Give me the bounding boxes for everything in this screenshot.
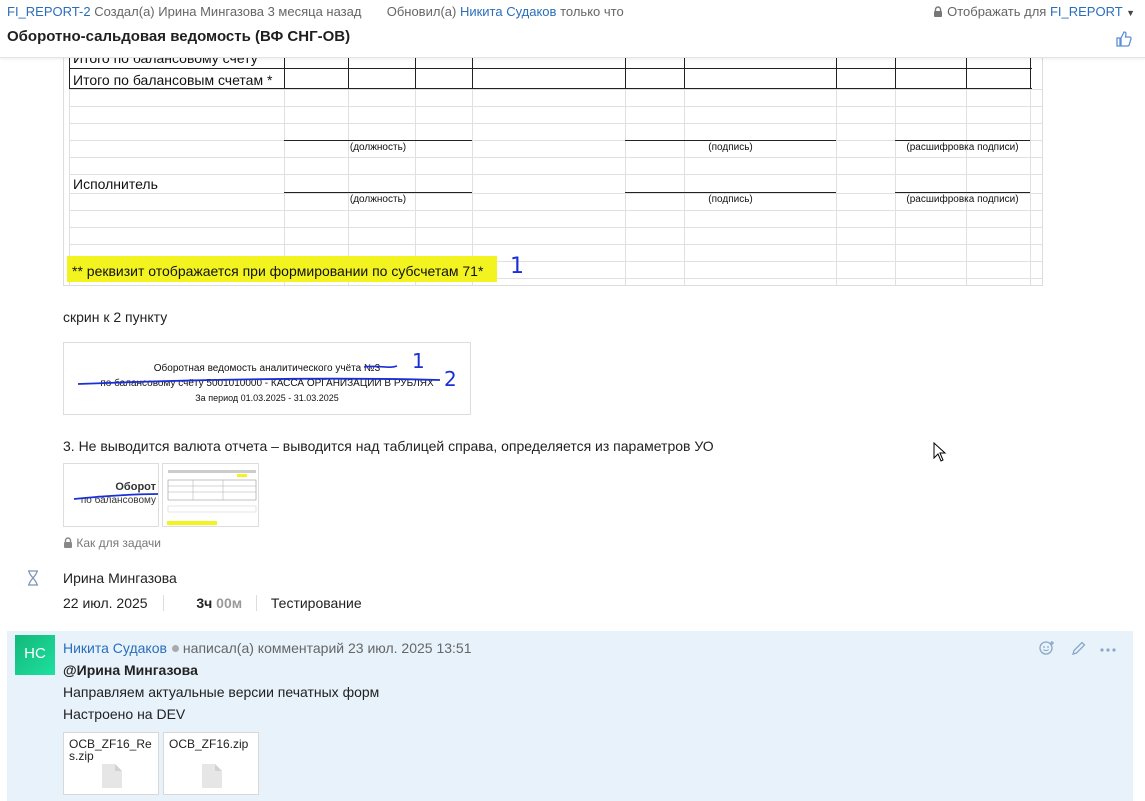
executor-label: Исполнитель	[73, 176, 158, 192]
sheet-row-total: Итого по балансовым счетам *	[73, 72, 273, 88]
visibility-note: Как для задачи	[63, 536, 161, 550]
status-dot-icon	[171, 645, 179, 652]
caption-signature: (подпись)	[708, 142, 753, 153]
attachment-name: OCB_ZF16.zip	[169, 737, 249, 751]
created-when: 3 месяца назад	[267, 4, 362, 19]
comment-actions	[1033, 640, 1123, 658]
add-reaction-icon[interactable]	[1039, 640, 1055, 661]
updated-when: только что	[560, 4, 624, 19]
comment-timestamp[interactable]: 23 июл. 2025 13:51	[348, 640, 472, 656]
attachment-file[interactable]: OCB_ZF16_Res.zip	[63, 732, 159, 795]
file-icon	[101, 763, 123, 789]
caption-screen2: скрин к 2 пункту	[63, 309, 168, 325]
worklog-author: Ирина Мингазова	[63, 570, 177, 586]
issue-header: FI_REPORT-2 Создал(а) Ирина Мингазова 3 …	[0, 0, 1145, 58]
file-icon	[201, 763, 223, 789]
attachment-name: OCB_ZF16_Res.zip	[69, 737, 152, 763]
spreadsheet-screenshot[interactable]: Итого по балансовому счету Итого по бала…	[63, 47, 1043, 286]
worklog-minutes: 00м	[216, 595, 243, 611]
updater-link[interactable]: Никита Судаков	[460, 4, 557, 19]
visibility-label: Отображать для	[947, 4, 1047, 19]
lock-icon	[63, 536, 76, 550]
attachment-thumbnail[interactable]	[162, 463, 259, 527]
worklog-date: 22 июл. 2025	[63, 595, 148, 611]
more-options-icon[interactable]	[1099, 642, 1117, 660]
lock-icon	[933, 4, 947, 19]
comment-action: написал(а) комментарий	[182, 640, 345, 656]
caption-decoding: (расшифровка подписи)	[906, 194, 1019, 205]
point3-text: 3. Не выводится валюта отчета – выводитс…	[63, 438, 714, 454]
comment-author-link[interactable]: Никита Судаков	[63, 640, 167, 656]
comment-line1: Направляем актуальные версии печатных фо…	[63, 684, 380, 700]
visibility-selector[interactable]: Отображать для FI_REPORT ▼	[933, 4, 1135, 19]
visibility-target: FI_REPORT	[1049, 4, 1123, 19]
issue-meta: FI_REPORT-2 Создал(а) Ирина Мингазова 3 …	[7, 4, 624, 19]
updated-by-label: Обновил(а)	[386, 4, 457, 19]
ink-strikethrough	[77, 365, 441, 385]
caption-position: (должность)	[349, 142, 407, 153]
sheet-note: ** реквизит отображается при формировани…	[72, 263, 484, 279]
page-title: Оборотно-сальдовая ведомость (ВФ СНГ-ОВ)	[7, 28, 351, 45]
avatar[interactable]: НС	[15, 635, 55, 675]
attachment-thumbnail[interactable]: Оборот по балансовому	[63, 463, 159, 527]
edit-icon[interactable]	[1071, 640, 1087, 661]
worklog-hours: 3ч	[196, 595, 213, 611]
handwritten-mark: 1	[510, 254, 524, 279]
comment-header: Никита Судаков написал(а) комментарий 23 …	[63, 640, 472, 656]
caption-position: (должность)	[349, 194, 407, 205]
visibility-note-text: Как для задачи	[76, 536, 161, 550]
creator-name: Ирина Мингазова	[158, 4, 264, 19]
comment-block: НС Никита Судаков написал(а) комментарий …	[7, 631, 1133, 801]
thumbs-up-icon[interactable]	[1115, 30, 1133, 48]
issue-key-link[interactable]: FI_REPORT-2	[7, 4, 91, 19]
mouse-cursor-icon	[933, 442, 947, 462]
comment-mention[interactable]: @Ирина Мингазова	[63, 662, 198, 678]
caption-decoding: (расшифровка подписи)	[906, 142, 1019, 153]
attachment-file[interactable]: OCB_ZF16.zip	[163, 732, 259, 795]
image2-mark1: 1	[412, 349, 425, 373]
image2-mark2: 2	[444, 367, 457, 391]
created-by-label: Создал(а)	[94, 4, 155, 19]
worklog-activity: Тестирование	[270, 595, 362, 611]
chevron-down-icon: ▼	[1126, 8, 1135, 18]
analytic-sheet-screenshot[interactable]: Оборотная ведомость аналитического учёта…	[63, 342, 471, 415]
hourglass-icon	[27, 570, 39, 591]
comment-line2: Настроено на DEV	[63, 706, 186, 722]
caption-signature: (подпись)	[708, 194, 753, 205]
